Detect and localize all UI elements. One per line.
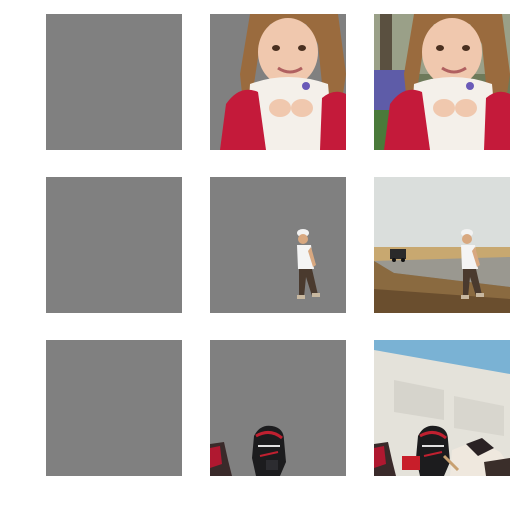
tile-walking-man-masked [210, 177, 346, 313]
walking-man-photo-icon [374, 177, 510, 313]
motorcycle-rider-photo-icon [374, 340, 510, 476]
tile-motorcycle-rider-photo [374, 340, 510, 476]
tile-blank-row3 [46, 340, 182, 476]
walking-man-masked-icon [210, 177, 346, 313]
tile-walking-man-photo [374, 177, 510, 313]
tile-girl-masked [210, 14, 346, 150]
motorcycle-rider-masked-icon [210, 340, 346, 476]
girl-photo-icon [374, 14, 510, 150]
tile-blank-row2 [46, 177, 182, 313]
tile-girl-photo [374, 14, 510, 150]
tile-blank-row1 [46, 14, 182, 150]
girl-masked-icon [210, 14, 346, 150]
tile-motorcycle-rider-masked [210, 340, 346, 476]
image-grid [0, 0, 520, 510]
